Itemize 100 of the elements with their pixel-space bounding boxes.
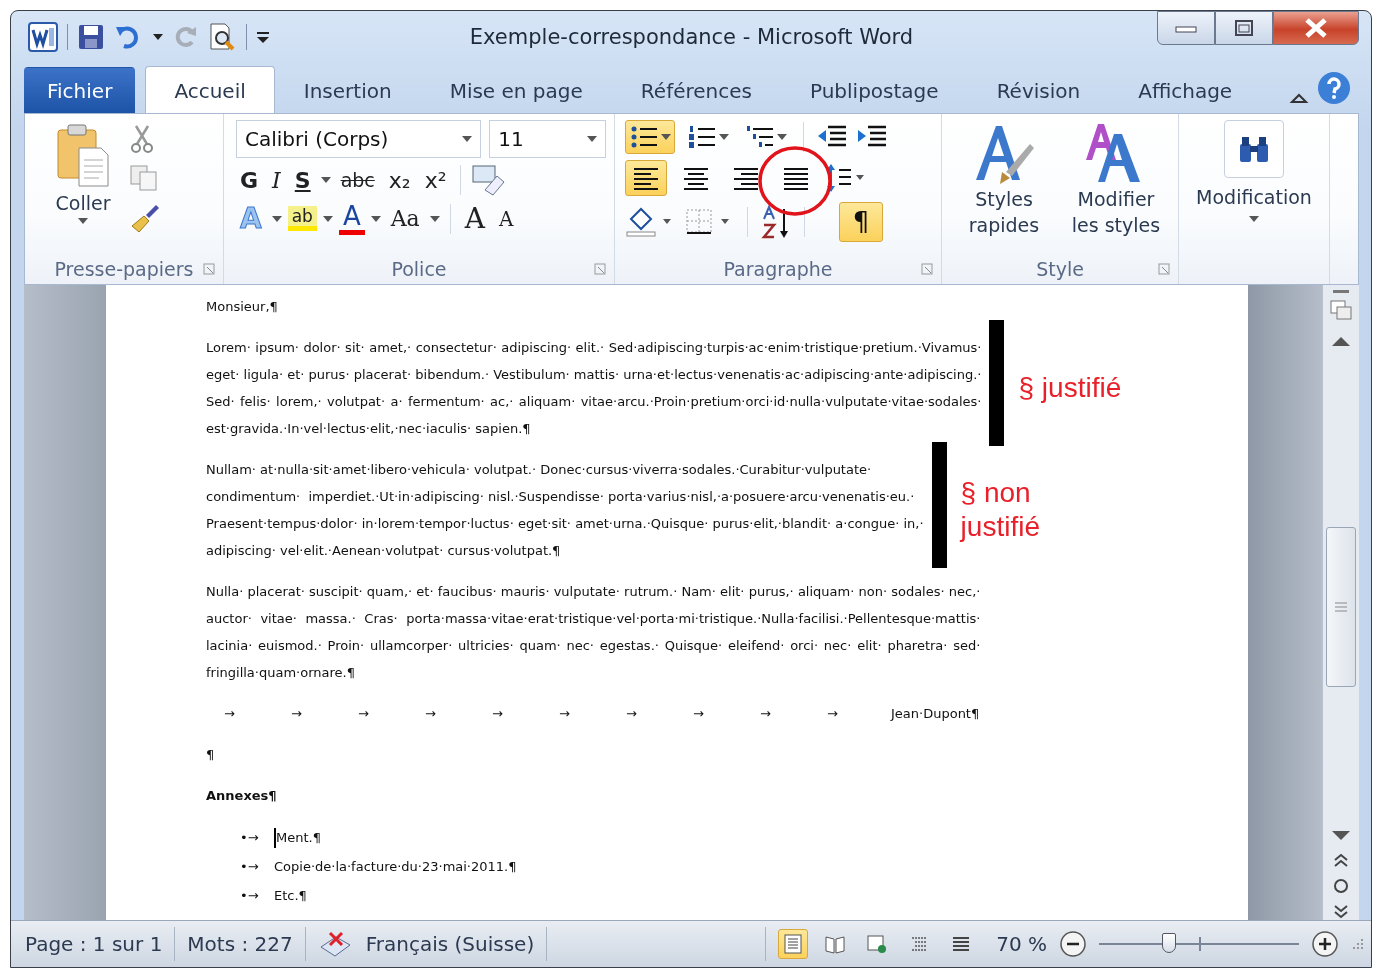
show-marks-button[interactable]: ¶ [839,202,883,242]
print-preview-icon[interactable] [207,22,237,52]
font-style-button[interactable]: ab [287,206,317,231]
scroll-down-icon[interactable] [1331,830,1351,842]
print-view-button[interactable] [778,929,809,959]
minimize-button[interactable] [1157,11,1215,45]
ribbon-tab[interactable]: Révision [967,67,1110,113]
quick-styles-button[interactable]: Styles rapides [950,118,1058,254]
change-styles-button[interactable]: Modifier les styles [1062,118,1170,254]
zoom-in-icon[interactable] [1311,930,1339,958]
caret-icon [462,136,473,142]
font-name-dropdown[interactable]: Calibri (Corps) [236,120,482,158]
format-button[interactable]: x₂ [384,167,415,193]
language-indicator[interactable]: Français (Suisse) [365,932,535,956]
collapse-ribbon-icon[interactable] [1289,91,1309,105]
paste-button[interactable]: Coller [55,122,111,254]
ribbon-tab[interactable]: Publipostage [780,67,968,113]
line-spacing-icon[interactable] [825,162,867,194]
group-label: Paragraphe [723,258,833,280]
format-button[interactable]: I [268,167,285,193]
bullet-mark: •→ [240,829,260,847]
close-icon [1304,18,1328,38]
paragraph-line: eget· ligula· et· purus· placerat· bibendum.· Vestibulum· mattis· urna·et·lectus·venenatis·ac·adipiscing·ante·adipiscing.· [206,366,982,384]
font-style-button[interactable]: Aa [386,206,424,231]
caret-icon[interactable] [153,33,163,41]
view-icon [866,933,889,955]
cut-icon[interactable] [129,124,155,154]
caret-icon[interactable] [370,215,381,222]
zoom-level[interactable]: 70 % [996,932,1047,956]
bullet-mark: •→ [240,858,260,876]
word-logo-icon[interactable] [28,22,58,52]
font-size-dropdown[interactable]: 11 [489,120,606,158]
paragraph-line: adipiscing· vel·elit.·Aenean·volutpat· cursus·volutpat.¶ [206,542,562,560]
caret-icon[interactable] [429,215,440,222]
annotation-text: § non justifié [960,476,1041,544]
caret-icon [719,134,729,140]
tab-mark: → [626,705,638,723]
format-button[interactable]: x² [420,167,451,193]
paragraph-line: Sed· felis· lorem,· volutpat· a· fermentum· ac,· aliquam· vitae·arcu.·Proin·pretium·orci·id·nulla·vulputate·vitae·sodales· [206,393,982,411]
format-painter-icon[interactable] [129,202,161,234]
editing-button[interactable]: Modification [1196,114,1312,222]
group-label: Style [1036,258,1084,280]
ribbon-tab[interactable]: Affichage [1109,67,1262,113]
paragraph-line: auctor· vitae· massa.· Cras· porta·massa·vitae·erat·tristique·vel·porta·mi·tristique.·Nulla·facilisi.·Pellentesque·mattis· [206,610,981,628]
caret-icon [78,218,88,224]
group-label: Presse-papiers [54,258,194,280]
paragraph-line: Lorem· ipsum· dolor· sit· amet,· consectetur· adipiscing· elit.· Sed·adipiscing·turpis·ac·enim·tristique·pretium.·Vivamus· [206,339,982,357]
caret-icon [661,134,671,140]
tab-mark: → [492,705,504,723]
save-icon[interactable] [77,23,105,51]
scrollbar-thumb[interactable] [1326,527,1356,687]
browse-object-icon[interactable] [1333,878,1349,894]
file-tab[interactable]: Fichier [24,67,136,113]
slider-thumb[interactable] [1162,933,1176,953]
caret-icon [587,136,597,142]
dialog-launcher-icon[interactable] [1158,263,1170,275]
paragraph-line: Nulla· placerat· suscipit· quam,· et· faucibus· mauris· vulputate· rutrum.· Nam· elit· purus,· aliquam· non· sodales· nec,· [206,583,981,601]
bullets-button[interactable] [625,120,675,154]
page-count[interactable]: Page : 1 sur 1 [25,932,163,956]
format-button[interactable]: G [236,167,263,193]
tab-mark: → [224,705,236,723]
word-count[interactable]: Mots : 227 [187,932,293,956]
ribbon-tab[interactable]: Insertion [274,67,421,113]
next-page-icon[interactable] [1333,904,1349,920]
resize-grip-icon[interactable] [1351,937,1365,951]
dialog-launcher-icon[interactable] [594,263,606,275]
caret-icon[interactable] [320,177,331,183]
format-button[interactable]: S [290,167,315,193]
zoom-out-icon[interactable] [1059,930,1087,958]
customize-toolbar-icon[interactable] [256,29,270,45]
help-icon[interactable] [1317,71,1351,105]
ribbon-tab[interactable]: Accueil [145,66,275,114]
ribbon-tab[interactable]: Mise en page [420,67,612,113]
paragraph-line: Nullam· at·nulla·sit·amet·libero·vehicula· volutpat.· Donec·cursus·viverra·sodales.·Curabitur·vulputate· [206,461,873,479]
format-button[interactable]: abc [336,169,379,191]
font-style-button[interactable]: A [460,202,489,235]
previous-page-icon[interactable] [1333,852,1349,868]
alignment-icon [631,165,661,191]
maximize-button[interactable] [1215,11,1273,45]
ribbon-tab[interactable]: Références [611,67,781,113]
caret-icon [1249,216,1259,222]
list-item-text: Copie·de·la·facture·du·23·mai·2011.¶ [274,858,517,876]
font-style-button[interactable]: A [338,202,365,235]
dialog-launcher-icon[interactable] [921,263,933,275]
vertical-scrollbar[interactable] [1322,285,1359,920]
signature-text: Jean·Dupont¶ [891,705,980,723]
alignment-icon [681,165,711,191]
window-title: Exemple-correspondance - Microsoft Word [468,25,915,49]
caret-icon[interactable] [271,215,282,222]
tab-mark: → [559,705,571,723]
tab-mark: → [693,705,705,723]
view-icon [824,933,847,955]
dialog-launcher-icon[interactable] [203,263,215,275]
align-left-button[interactable] [625,160,667,196]
scroll-up-icon[interactable] [1331,335,1351,347]
group-label: Police [391,258,447,280]
clear-formatting-icon[interactable] [471,164,506,196]
close-button[interactable] [1273,11,1359,45]
font-style-button[interactable]: A [494,206,518,231]
caret-icon[interactable] [322,215,333,222]
